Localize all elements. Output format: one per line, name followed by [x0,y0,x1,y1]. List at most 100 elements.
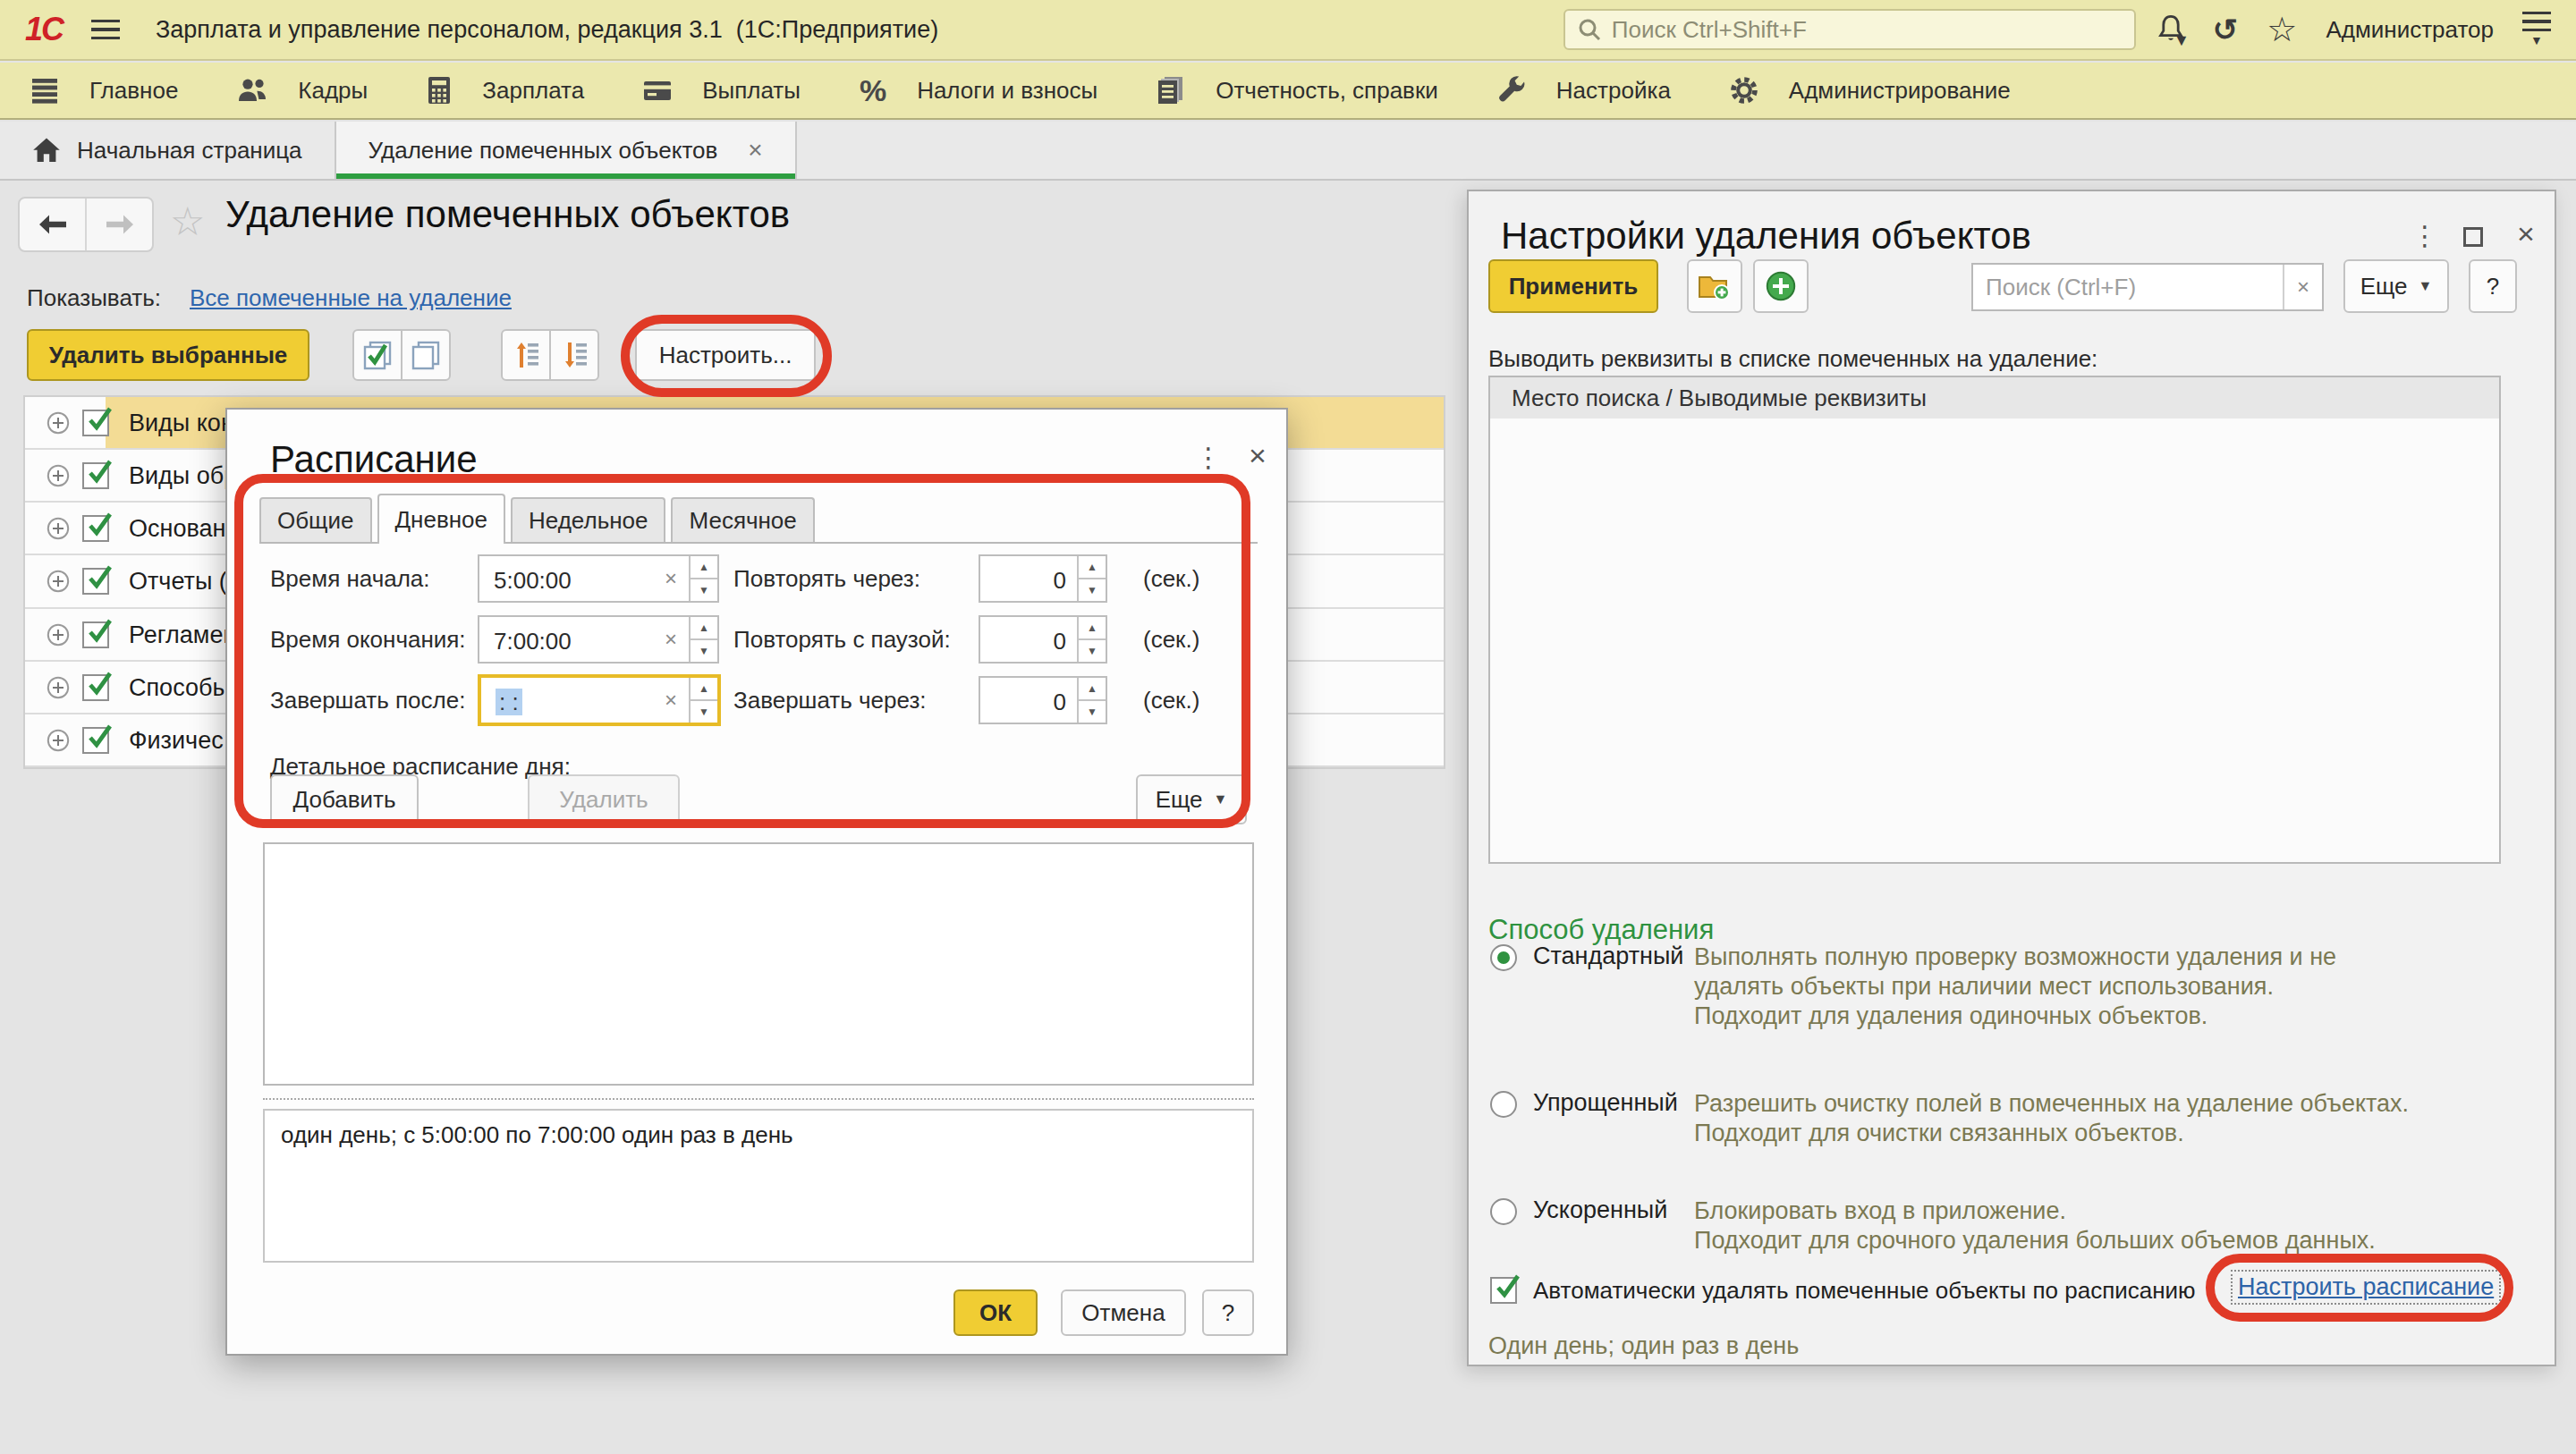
spinner[interactable]: ▲▼ [689,556,717,601]
favorites-star-icon[interactable]: ☆ [2267,10,2297,49]
panel-menu-icon[interactable]: ⋮ [2411,220,2438,251]
auto-delete-checkbox[interactable] [1490,1277,1517,1304]
spinner[interactable]: ▲▼ [1077,617,1106,662]
gear-icon [1730,76,1758,105]
row-checkbox[interactable] [82,727,109,754]
configure-schedule-link[interactable]: Настроить расписание [2231,1270,2501,1305]
more-button[interactable]: Еще▼ [1136,774,1247,824]
spinner[interactable]: ▲▼ [1077,556,1106,601]
start-time-field[interactable]: 5:00:00 × ▲▼ [478,554,719,603]
panel-maximize-icon[interactable] [2463,227,2483,247]
spinner[interactable]: ▲▼ [1077,678,1106,723]
finish-after-label: Завершать после: [270,676,465,724]
tab-dnevnoe[interactable]: Дневное [377,494,506,544]
uncheck-all-button[interactable] [401,329,451,381]
finish-through-label: Завершать через: [733,676,927,724]
tab-udalenie-obektov[interactable]: Удаление помеченных объектов × [336,122,797,179]
expand-icon[interactable] [47,729,70,752]
detail-schedule-list[interactable] [263,842,1254,1086]
repeat-after-field[interactable]: 0 ▲▼ [979,554,1107,603]
menu-item-glavnoe[interactable]: Главное [30,63,178,118]
expand-icon[interactable] [47,411,70,435]
forward-button[interactable] [85,199,152,250]
history-icon[interactable]: ↺ [2213,12,2239,47]
calculator-icon [427,76,452,105]
back-button[interactable] [20,199,85,250]
dialog-help-button[interactable]: ? [1202,1289,1254,1336]
add-group-button[interactable] [1687,259,1742,313]
global-search-input[interactable]: Поиск Ctrl+Shift+F [1563,9,2136,50]
dialog-tabs: Общие Дневное Недельное Месячное [259,495,1258,544]
notifications-bell-icon[interactable]: ▼ [2157,14,2184,45]
dialog-menu-icon[interactable]: ⋮ [1195,442,1222,473]
row-checkbox[interactable] [82,621,109,648]
add-button[interactable]: Добавить [270,774,419,824]
favorite-star-icon[interactable]: ☆ [170,199,205,244]
current-user[interactable]: Администратор [2326,16,2494,44]
clear-search-icon[interactable]: × [2283,265,2322,309]
panel-more-button[interactable]: Еще▼ [2343,259,2449,313]
menu-item-kadry[interactable]: Кадры [237,63,368,118]
menu-item-nalogi[interactable]: % Налоги и взносы [860,63,1097,118]
panel-help-button[interactable]: ? [2469,259,2517,313]
panel-search-input[interactable]: Поиск (Ctrl+F) × [1971,263,2324,311]
ok-button[interactable]: ОК [953,1289,1038,1336]
splitter[interactable] [263,1098,1254,1100]
reports-icon [1157,76,1185,105]
attributes-table-body[interactable] [1488,418,2501,864]
tab-obschie[interactable]: Общие [259,497,372,542]
finish-through-field[interactable]: 0 ▲▼ [979,676,1107,724]
seconds-unit: (сек.) [1143,676,1199,724]
search-placeholder: Поиск Ctrl+Shift+F [1612,16,1807,44]
expand-icon[interactable] [47,517,70,540]
attributes-table-header[interactable]: Место поиска / Выводимые реквизиты [1488,376,2501,420]
menu-item-nastroyka[interactable]: Настройка [1497,63,1671,118]
expand-icon[interactable] [47,464,70,487]
clear-icon[interactable]: × [653,556,689,601]
start-time-label: Время начала: [270,554,430,603]
clear-icon[interactable]: × [653,678,689,723]
panel-close-icon[interactable]: × [2517,216,2535,251]
row-checkbox[interactable] [82,515,109,542]
user-menu-icon[interactable]: ▼ [2522,12,2551,48]
expand-icon[interactable] [47,676,70,699]
cancel-button[interactable]: Отмена [1061,1289,1186,1336]
dialog-close-icon[interactable]: × [1249,438,1267,473]
radio-uproschennyy[interactable] [1490,1091,1517,1118]
end-time-field[interactable]: 7:00:00 × ▲▼ [478,615,719,664]
menu-item-administrirovanie[interactable]: Администрирование [1730,63,2011,118]
dropdown-arrow-icon: ▼ [1214,791,1228,807]
repeat-pause-field[interactable]: 0 ▲▼ [979,615,1107,664]
row-checkbox[interactable] [82,462,109,489]
tab-nedelnoe[interactable]: Недельное [511,497,665,542]
radio-standartnyy[interactable] [1490,944,1517,971]
move-up-button[interactable] [501,329,551,381]
check-all-button[interactable] [352,329,402,381]
search-placeholder: Поиск (Ctrl+F) [1973,274,2283,301]
row-checkbox[interactable] [82,410,109,436]
show-filter-link[interactable]: Все помеченные на удаление [190,284,512,312]
tab-close-icon[interactable]: × [748,136,762,165]
add-button[interactable] [1753,259,1809,313]
radio-uskorennyy[interactable] [1490,1198,1517,1225]
delete-button[interactable]: Удалить [528,774,680,824]
apply-button[interactable]: Применить [1488,259,1658,313]
menu-item-otchetnost[interactable]: Отчетность, справки [1157,63,1438,118]
row-checkbox[interactable] [82,568,109,595]
menu-item-vyplaty[interactable]: Выплаты [643,63,801,118]
expand-icon[interactable] [47,623,70,647]
schedule-dialog: Расписание ⋮ × Общие Дневное Недельное М… [225,408,1288,1356]
spinner[interactable]: ▲▼ [689,617,717,662]
clear-icon[interactable]: × [653,617,689,662]
configure-button[interactable]: Настроить... [635,329,816,381]
finish-after-field[interactable]: : : × ▲▼ [478,674,721,726]
row-checkbox[interactable] [82,674,109,701]
move-down-button[interactable] [549,329,599,381]
delete-selected-button[interactable]: Удалить выбранные [27,329,309,381]
tab-mesyachnoe[interactable]: Месячное [671,497,814,542]
expand-icon[interactable] [47,570,70,593]
menu-item-zarplata[interactable]: Зарплата [427,63,584,118]
main-menu-icon[interactable] [91,20,120,40]
tab-home[interactable]: Начальная страница [0,122,336,179]
spinner[interactable]: ▲▼ [689,678,717,723]
